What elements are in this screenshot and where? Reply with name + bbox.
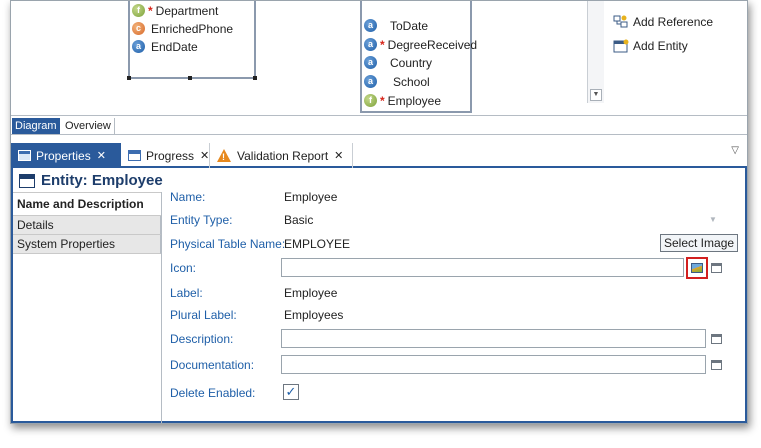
entity-attribute-row[interactable]: f * Department [132, 2, 218, 19]
attribute-icon: a [364, 19, 377, 32]
required-marker: * [380, 93, 385, 108]
selection-handle[interactable] [127, 76, 131, 80]
attribute-icon: a [364, 75, 377, 88]
entity-attribute-row[interactable]: c EnrichedPhone [132, 20, 233, 37]
diagram-canvas[interactable]: f * Department c EnrichedPhone a EndDate… [11, 1, 747, 115]
attribute-label: School [393, 74, 430, 89]
icon-field[interactable] [281, 258, 684, 277]
scroll-down-arrow-icon[interactable]: ▼ [590, 89, 602, 101]
entity-type-value[interactable]: Basic [284, 213, 313, 227]
attribute-icon: a [364, 56, 377, 69]
view-menu-chevron-icon[interactable]: ▽ [731, 145, 739, 156]
physical-table-name-value[interactable]: EMPLOYEE [284, 237, 350, 251]
page-title: Entity: Employee [19, 172, 163, 189]
delete-enabled-checkbox[interactable]: ✓ [283, 384, 299, 400]
close-icon[interactable]: ✕ [97, 149, 106, 162]
tab-progress[interactable]: Progress ✕ [122, 143, 210, 168]
diagram-scrollbar[interactable]: ▼ [587, 1, 604, 103]
entity-icon [19, 173, 35, 188]
name-value[interactable]: Employee [284, 190, 337, 204]
attribute-icon: a [364, 38, 377, 51]
documentation-label: Documentation: [170, 358, 255, 372]
selection-handle[interactable] [188, 76, 192, 80]
divider [161, 192, 162, 423]
entity-box-middle[interactable]: a ToDate a * DegreeReceived a Country a … [360, 1, 477, 113]
open-editor-icon[interactable] [711, 360, 722, 370]
description-label: Description: [170, 332, 234, 346]
delete-enabled-label: Delete Enabled: [170, 386, 256, 400]
tab-diagram[interactable]: Diagram [12, 118, 60, 134]
selection-handle[interactable] [253, 76, 257, 80]
icon-label: Icon: [170, 261, 197, 275]
plural-label-label: Plural Label: [170, 308, 237, 322]
select-image-button[interactable] [686, 257, 708, 279]
entity-attribute-row[interactable]: a EndDate [132, 38, 198, 55]
plural-label-value[interactable]: Employees [284, 308, 343, 322]
tab-validation-report[interactable]: ! Validation Report ✕ [211, 143, 353, 168]
required-marker: * [380, 37, 385, 52]
tab-label: Validation Report [237, 148, 329, 163]
entity-box-left[interactable]: f * Department c EnrichedPhone a EndDate [127, 1, 257, 80]
entity-attribute-row[interactable]: a Country [364, 54, 432, 71]
entity-attribute-row[interactable]: a School [364, 73, 430, 90]
add-entity-icon [613, 39, 629, 53]
label-value[interactable]: Employee [284, 286, 337, 300]
palette-add-entity[interactable]: Add Entity [613, 39, 688, 53]
application-window: f * Department c EnrichedPhone a EndDate… [10, 0, 748, 424]
label-label: Label: [170, 286, 203, 300]
entity-type-label: Entity Type: [170, 213, 233, 227]
palette-label: Add Reference [633, 15, 714, 29]
attribute-label: Department [155, 3, 219, 18]
view-tab-strip: Properties ✕ Progress ✕ ! Validation Rep… [11, 141, 747, 168]
chevron-down-icon[interactable]: ▼ [709, 215, 717, 224]
tooltip: Select Image [660, 234, 739, 252]
properties-panel: Entity: Employee Name and Description De… [11, 168, 747, 423]
page-title-text: Entity: Employee [41, 172, 163, 189]
close-icon[interactable]: ✕ [334, 149, 343, 162]
documentation-field[interactable] [281, 355, 706, 374]
tab-system-properties[interactable]: System Properties [13, 235, 161, 254]
attribute-label: ToDate [390, 18, 429, 33]
calculated-attribute-icon: c [132, 22, 145, 35]
open-editor-icon[interactable] [711, 334, 722, 344]
tab-details[interactable]: Details [13, 216, 161, 235]
tab-label: Progress [146, 148, 195, 163]
diagram-tab-strip: Diagram Overview [11, 115, 747, 135]
required-marker: * [148, 3, 153, 18]
tab-label: Properties [36, 148, 91, 163]
physical-table-name-label: Physical Table Name: [170, 237, 286, 251]
entity-attribute-row[interactable]: a * DegreeReceived [364, 36, 477, 53]
attribute-label: EndDate [151, 39, 198, 54]
foreign-key-icon: f [364, 94, 377, 107]
attribute-label: Employee [387, 93, 442, 108]
attribute-label: EnrichedPhone [151, 21, 234, 36]
add-reference-icon [613, 15, 629, 29]
name-label: Name: [170, 190, 206, 204]
attribute-label: Country [390, 55, 433, 70]
description-field[interactable] [281, 329, 706, 348]
warning-icon: ! [217, 149, 231, 162]
palette-label: Add Entity [633, 39, 688, 53]
property-section-tabs: Name and Description Details System Prop… [13, 192, 161, 254]
properties-icon [18, 150, 31, 161]
entity-attribute-row[interactable]: a ToDate [364, 17, 428, 34]
close-icon[interactable]: ✕ [200, 149, 209, 162]
palette-add-reference[interactable]: Add Reference [613, 15, 713, 29]
open-editor-icon[interactable] [711, 263, 722, 273]
attribute-label: DegreeReceived [387, 37, 478, 52]
tab-overview[interactable]: Overview [62, 118, 115, 134]
attribute-icon: a [132, 40, 145, 53]
tab-properties[interactable]: Properties ✕ [11, 143, 121, 168]
tab-name-and-description[interactable]: Name and Description [13, 192, 161, 216]
progress-icon [128, 150, 141, 161]
image-icon [691, 263, 703, 273]
entity-attribute-row[interactable]: f * Employee [364, 92, 441, 109]
foreign-key-icon: f [132, 4, 145, 17]
